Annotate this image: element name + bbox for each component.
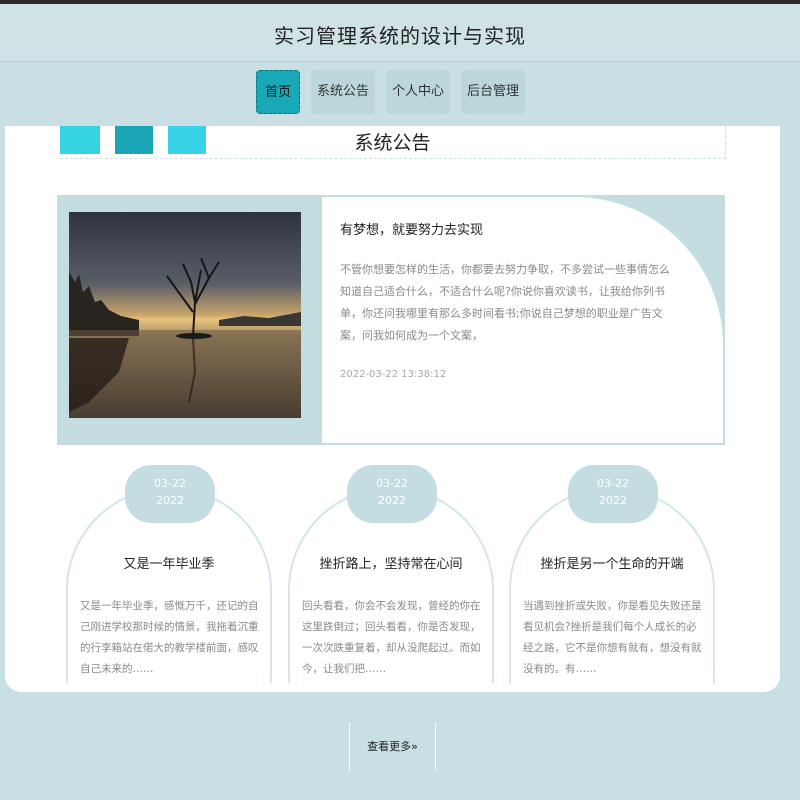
view-more-label: 查看更多: [367, 740, 412, 753]
notice-card[interactable]: 03-22 2022 挫折是另一个生命的开端 当遇到挫折或失败，你是看见失败还是…: [509, 465, 715, 683]
featured-notice-date: 2022-03-22 13:38:12: [340, 369, 447, 380]
nav-item-admin[interactable]: 后台管理: [461, 70, 525, 114]
card-date-year: 2022: [378, 494, 406, 507]
featured-notice-title[interactable]: 有梦想，就要努力去实现: [340, 219, 483, 238]
section-header: 系统公告: [60, 126, 726, 159]
featured-notice[interactable]: 有梦想，就要努力去实现 不管你想要怎样的生活，你都要去努力争取，不多尝试一些事情…: [57, 195, 725, 445]
lake-tree-image: [69, 212, 301, 418]
card-title[interactable]: 挫折路上，坚持常在心间: [290, 553, 492, 572]
header-bar: 实习管理系统的设计与实现: [0, 0, 800, 62]
card-date-year: 2022: [599, 494, 627, 507]
site-title: 实习管理系统的设计与实现: [274, 24, 526, 48]
card-date-md: 03-22: [376, 477, 408, 490]
featured-notice-text: 有梦想，就要努力去实现 不管你想要怎样的生活，你都要去努力争取，不多尝试一些事情…: [322, 195, 725, 443]
double-chevron-right-icon: »: [411, 740, 418, 753]
featured-notice-excerpt: 不管你想要怎样的生活，你都要去努力争取，不多尝试一些事情怎么知道自己适合什么，不…: [340, 263, 670, 342]
featured-notice-image[interactable]: [69, 212, 301, 418]
card-date-md: 03-22: [154, 477, 186, 490]
view-more-button[interactable]: 查看更多»: [349, 723, 436, 771]
card-date-md: 03-22: [597, 477, 629, 490]
card-date-year: 2022: [156, 494, 184, 507]
card-excerpt: 当遇到挫折或失败，你是看见失败还是看见机会?挫折是我们每个人成长的必经之路，它不…: [523, 600, 702, 675]
nav-item-notices[interactable]: 系统公告: [311, 70, 375, 114]
card-date-badge: 03-22 2022: [125, 465, 215, 523]
card-date-badge: 03-22 2022: [347, 465, 437, 523]
nav-item-home[interactable]: 首页: [256, 70, 300, 114]
card-title[interactable]: 挫折是另一个生命的开端: [511, 553, 713, 572]
nav-item-personal-center[interactable]: 个人中心: [386, 70, 450, 114]
main-nav: 首页 系统公告 个人中心 后台管理: [0, 62, 800, 126]
notice-card[interactable]: 03-22 2022 挫折路上，坚持常在心间 回头看看，你会不会发现，曾经的你在…: [288, 465, 494, 683]
card-date-badge: 03-22 2022: [568, 465, 658, 523]
card-title[interactable]: 又是一年毕业季: [68, 553, 270, 572]
section-title: 系统公告: [354, 132, 431, 154]
card-excerpt: 又是一年毕业季，感慨万千，还记的自己刚进学校那时候的情景，我拖着沉重的行李箱站在…: [80, 600, 259, 675]
notice-card[interactable]: 03-22 2022 又是一年毕业季 又是一年毕业季，感慨万千，还记的自己刚进学…: [66, 465, 272, 683]
card-excerpt: 回头看看，你会不会发现，曾经的你在这里跌倒过；回头看看，你是否发现，一次次跌重复…: [302, 600, 481, 675]
